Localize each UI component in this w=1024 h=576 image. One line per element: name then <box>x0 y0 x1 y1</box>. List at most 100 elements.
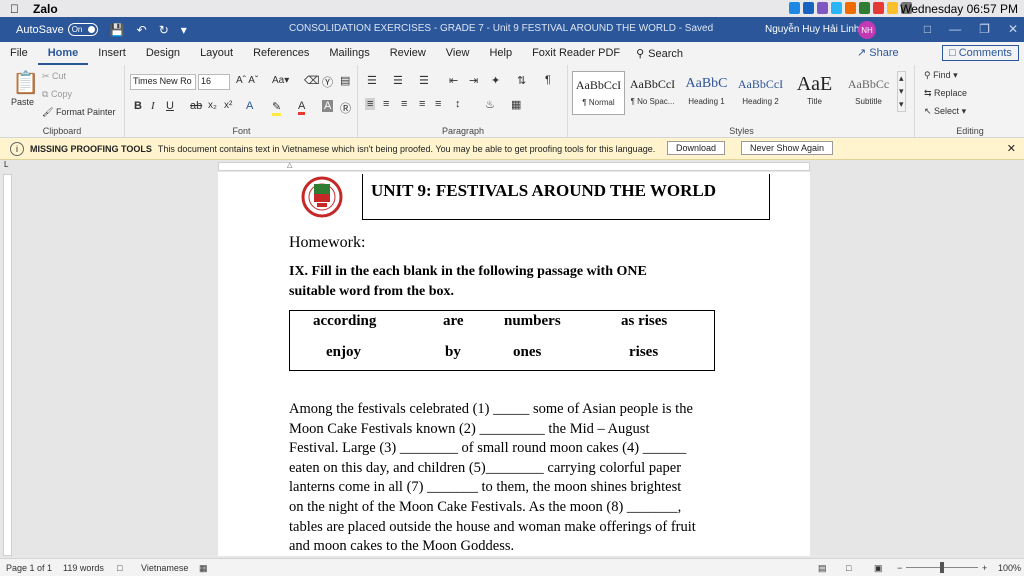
exercise-instruction[interactable]: IX. Fill in the each blank in the follow… <box>289 262 719 302</box>
align-center-icon[interactable]: ≡ <box>383 98 389 110</box>
avatar[interactable]: NH <box>858 21 876 39</box>
highlight-icon[interactable]: ✎ <box>272 100 282 116</box>
close-notice-icon[interactable]: ✕ <box>1007 142 1016 155</box>
user-name[interactable]: Nguyễn Huy Hải Linh <box>765 24 860 35</box>
show-marks-icon[interactable]: ¶ <box>545 74 551 86</box>
zoom-in-icon[interactable]: + <box>982 563 987 573</box>
word-box[interactable]: according are numbers as rises enjoy by … <box>289 310 715 371</box>
undo-icon[interactable]: ↶ <box>137 23 147 37</box>
paste-button[interactable]: Paste <box>11 97 34 107</box>
restore-icon[interactable]: ❐ <box>979 22 990 36</box>
tab-selector-icon[interactable]: L <box>4 160 8 169</box>
align-right-icon[interactable]: ≡ <box>401 98 407 110</box>
tab-review[interactable]: Review <box>380 42 436 65</box>
tab-file[interactable]: File <box>0 42 38 65</box>
tab-references[interactable]: References <box>243 42 319 65</box>
shading-icon[interactable]: ♨ <box>485 98 495 111</box>
subscript-button[interactable]: x₂ <box>208 100 217 111</box>
homework-heading[interactable]: Homework: <box>289 234 365 252</box>
copy-button[interactable]: ⧉ Copy <box>42 89 72 100</box>
tray-app-icon[interactable] <box>817 2 828 14</box>
superscript-button[interactable]: x² <box>224 100 232 111</box>
document-page[interactable]: UNIT 9: FESTIVALS AROUND THE WORLD Homew… <box>218 172 810 556</box>
document-title[interactable]: CONSOLIDATION EXERCISES - GRADE 7 - Unit… <box>289 23 713 34</box>
ribbon-display-icon[interactable]: □ <box>924 22 931 36</box>
redo-icon[interactable]: ↻ <box>159 23 169 37</box>
paste-icon[interactable]: 📋 <box>12 70 39 96</box>
tray-app-icon[interactable] <box>831 2 842 14</box>
tray-app-icon[interactable] <box>845 2 856 14</box>
text-effects-icon[interactable]: A <box>246 100 253 112</box>
clock[interactable]: Wednesday 06:57 PM <box>900 2 1018 16</box>
active-app-name[interactable]: Zalo <box>33 2 58 16</box>
print-layout-icon[interactable]: □ <box>846 563 851 573</box>
numbering-icon[interactable]: ☰ <box>393 74 403 87</box>
change-case-button[interactable]: Aa▾ <box>272 75 289 86</box>
borders-icon[interactable]: ▦ <box>511 98 521 111</box>
share-button[interactable]: ↗ Share <box>857 46 899 59</box>
tab-view[interactable]: View <box>436 42 480 65</box>
select-button[interactable]: ↖ Select ▾ <box>924 106 966 117</box>
zoom-level[interactable]: 100% <box>998 563 1021 573</box>
tab-insert[interactable]: Insert <box>88 42 136 65</box>
macro-icon[interactable]: ▦ <box>199 563 208 574</box>
font-size-select[interactable]: 16 <box>198 74 230 90</box>
italic-button[interactable]: I <box>151 100 155 112</box>
justify-icon[interactable]: ≡ <box>419 98 425 110</box>
download-button[interactable]: Download <box>667 141 726 155</box>
tab-foxit[interactable]: Foxit Reader PDF <box>522 42 630 65</box>
horizontal-ruler[interactable]: △ <box>218 162 810 171</box>
sort-icon[interactable]: ⇅ <box>517 74 526 87</box>
page-count[interactable]: Page 1 of 1 <box>6 563 52 573</box>
customize-qat-icon[interactable]: ▾ <box>181 23 187 37</box>
multilevel-list-icon[interactable]: ☰ <box>419 74 429 87</box>
underline-button[interactable]: U <box>166 100 174 112</box>
style-heading-1[interactable]: AaBbC Heading 1 <box>680 71 733 115</box>
styles-gallery-more-icon[interactable]: ▴ ▾ ▾ <box>897 71 906 112</box>
language-indicator[interactable]: Vietnamese <box>141 563 188 573</box>
tab-home[interactable]: Home <box>37 42 89 65</box>
autosave-toggle[interactable]: On <box>67 23 98 36</box>
style-heading-2[interactable]: AaBbCcI Heading 2 <box>734 71 787 115</box>
zoom-out-icon[interactable]: − <box>897 563 902 573</box>
search-box[interactable]: ⚲ Search <box>636 47 683 61</box>
web-layout-icon[interactable]: ▣ <box>874 563 883 574</box>
tray-app-icon[interactable] <box>789 2 800 14</box>
tray-app-icon[interactable] <box>859 2 870 14</box>
decrease-indent-icon[interactable]: ⇤ <box>449 74 458 87</box>
comments-button[interactable]: □ Comments <box>942 45 1019 61</box>
tab-help[interactable]: Help <box>479 42 522 65</box>
char-border-icon[interactable]: ▤ <box>340 74 350 87</box>
replace-button[interactable]: ⇆ Replace <box>924 88 967 99</box>
asian-layout-icon[interactable]: ✦ <box>491 74 500 87</box>
phonetic-icon[interactable]: Ⓨ <box>322 74 333 90</box>
format-painter-button[interactable]: 🖌 Format Painter <box>42 107 115 118</box>
style-no-spacing[interactable]: AaBbCcI ¶ No Spac... <box>626 71 679 115</box>
increase-indent-icon[interactable]: ⇥ <box>469 74 478 87</box>
save-icon[interactable]: 💾 <box>110 23 125 37</box>
find-button[interactable]: ⚲ Find ▾ <box>924 70 958 81</box>
line-spacing-icon[interactable]: ↕ <box>455 98 461 110</box>
tab-mailings[interactable]: Mailings <box>319 42 379 65</box>
align-left-icon[interactable]: ≡ <box>365 98 376 110</box>
bold-button[interactable]: B <box>134 100 142 112</box>
tab-design[interactable]: Design <box>136 42 190 65</box>
tab-layout[interactable]: Layout <box>190 42 243 65</box>
proofing-icon[interactable]: □ <box>117 563 122 573</box>
apple-icon[interactable]:  <box>10 2 19 16</box>
font-name-select[interactable]: Times New Ro <box>130 74 196 90</box>
tray-app-icon[interactable] <box>873 2 884 14</box>
style-subtitle[interactable]: AaBbCc Subtitle <box>842 71 895 115</box>
bullets-icon[interactable]: ☰ <box>367 74 377 87</box>
strikethrough-button[interactable]: ab <box>190 100 202 112</box>
tray-app-icon[interactable] <box>887 2 898 14</box>
minimize-icon[interactable]: — <box>949 22 961 36</box>
font-color-icon[interactable]: A <box>298 100 306 115</box>
close-icon[interactable]: ✕ <box>1008 22 1018 36</box>
distributed-icon[interactable]: ≡ <box>435 98 441 110</box>
style-title[interactable]: AaE Title <box>788 71 841 115</box>
zoom-slider-thumb[interactable] <box>940 562 944 573</box>
enclose-char-icon[interactable]: Ⓡ <box>340 100 351 116</box>
never-show-again-button[interactable]: Never Show Again <box>741 141 834 155</box>
unit-title[interactable]: UNIT 9: FESTIVALS AROUND THE WORLD <box>371 181 716 201</box>
